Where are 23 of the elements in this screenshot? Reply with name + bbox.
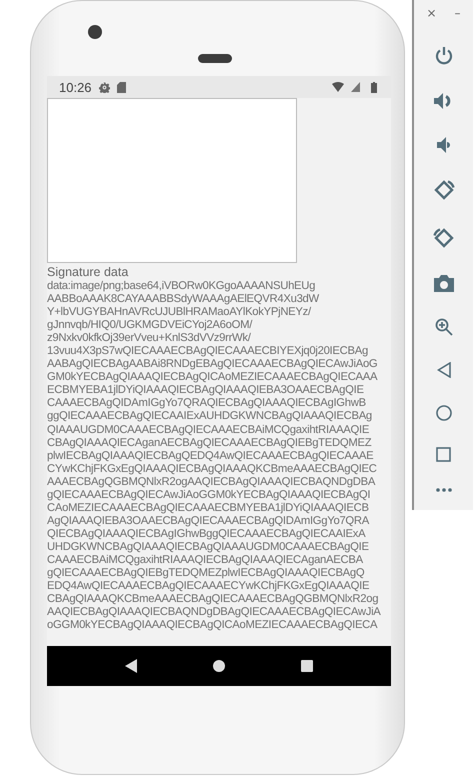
minimize-button[interactable]: – [454, 6, 461, 20]
back-icon[interactable] [125, 659, 137, 673]
overview-icon[interactable] [436, 446, 451, 462]
more-icon[interactable] [436, 488, 452, 492]
power-icon[interactable] [434, 46, 454, 66]
rotate-right-icon[interactable] [432, 226, 454, 249]
status-time: 10:26 [59, 80, 92, 94]
signature-label: Signature data [47, 265, 128, 280]
volume-up-icon[interactable] [434, 92, 454, 110]
sd-card-icon [116, 82, 126, 92]
zoom-in-icon[interactable] [434, 318, 452, 336]
wifi-icon [332, 82, 344, 92]
signal-icon [351, 82, 360, 92]
signature-data-text: data:image/png;base64,iVBORw0KGgoAAAANSUhEUg AABBoAAAK8CAYAAABBSdyWAAAgAElEQVR4Xu3dW Y+lbVUGYBAHnAVRcUJUBlHRAMaoAYlKokYPjNEYz/ gJnnvqb/HIQ0/UGKMGDVEiCYoj2A6oOM/ z9Nxkv0kfkOj39erVveu+KnlS3dVVz9rrWk/ 13vuu4X3pS7wQIECAAAECBAgQIECAAAECBIYEXjq0j20IECBAg AABAgQIECBAgAABAi8RNDgEBAgQIECAAAECBAgQIECAwJiAoG GM0kYECBAgQIAAAQIECBAgQICAoMEZIECAAAECBAgQIECAAA ECBMYEBA1jlDYiQIAAAQIECBAgQIAAAQIEBA3OAAECBAgQIE CAAAECBAgQIDAmIGgYo7QRAQIECBAgQIAAAQIECBAgIGhwB ggQIECAAAECBAgQIECAAIExAUHDGKWNCBAgQIAAAQIECBAg QIAAAUGDM0CAAAECBAgQIECAAAECBAiMCQgaxihtRIAAAQIE CBAgQIAAAQIECAganAECBAgQIECAAAECBAgQIEBgTEDQMEZ plwIECBAgQIAAAQIECBAgQEDQ4AwQIECAAAECBAgQIECAAAE CYwKChjFKGxEgQIAAAQIECBAgQIAAAQKCBmeAAAECBAgQIEC AAAECBAgQGBMQNlxR2ogAAQIECBAgQIAAAQIECBAQNDgDBA gQIECAAAECBAgQIECAwJiAoGGM0kYECBAgQIAAAQIECBAgQI CAoMEZIECAAAECBAgQIECAAAECBMYEBA1jlDYiQIAAAQIECB AgQIAAAQIEBA3OAAECBAgQIECAAAECBAgQIDAmIGgYo7QRA QIECBAgQIAAAQIECBAgIGhwBggQIECAAAECBAgQIECAAIExA UHDGKWNCBAgQIAAAQIECBAgQIAAAUGDM0CAAAECBAgQIE CAAAECBAiMCQgaxihtRIAAAQIECBAgQIAAAQIECAganAECBA gQIECAAAECBAgQIEBgTEDQMEZplwIECBAgQIAAAQIECBAgQ EDQ4AwQIECAAAECBAgQIECAAAECYwKChjFKGxEgQIAAAQIE CBAgQIAAAQKCBmeAAAECBAgQIECAAAECBAgQGBMQNlxR2og AAQIECBAgQIAAAQIECBAQNDgDBAgQIECAAAECBAgQIECAwJiA oGGM0kYECBAgQIAAAQIECBAgQICAoMEZIECAAAECBAgQIECA [47, 280, 381, 632]
speaker-icon [198, 54, 232, 63]
rotate-left-icon[interactable] [432, 178, 454, 201]
volume-down-icon[interactable] [436, 136, 450, 153]
gear-icon [98, 82, 110, 92]
home-icon[interactable] [213, 660, 225, 672]
battery-icon [371, 82, 377, 92]
camera-icon [88, 25, 102, 39]
camera-icon[interactable] [434, 275, 454, 292]
close-button[interactable]: × [426, 6, 437, 20]
